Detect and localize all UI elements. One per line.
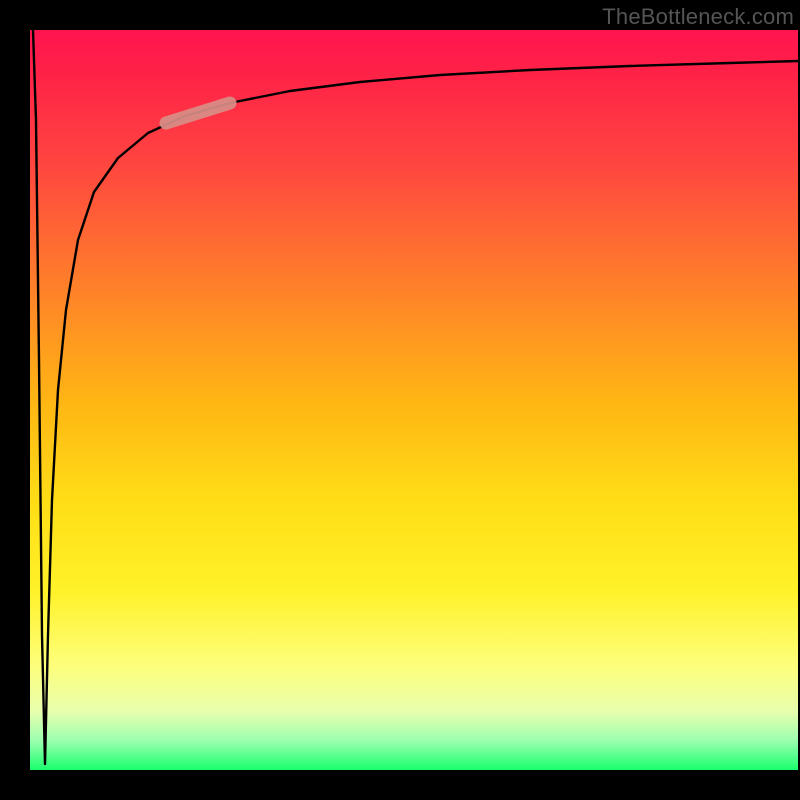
chart-frame: TheBottleneck.com [0,0,800,800]
attribution-watermark: TheBottleneck.com [602,4,794,30]
plot-area [30,30,798,770]
highlight-segment [166,103,230,123]
bottleneck-curve [33,30,798,764]
curve-layer [30,30,798,770]
